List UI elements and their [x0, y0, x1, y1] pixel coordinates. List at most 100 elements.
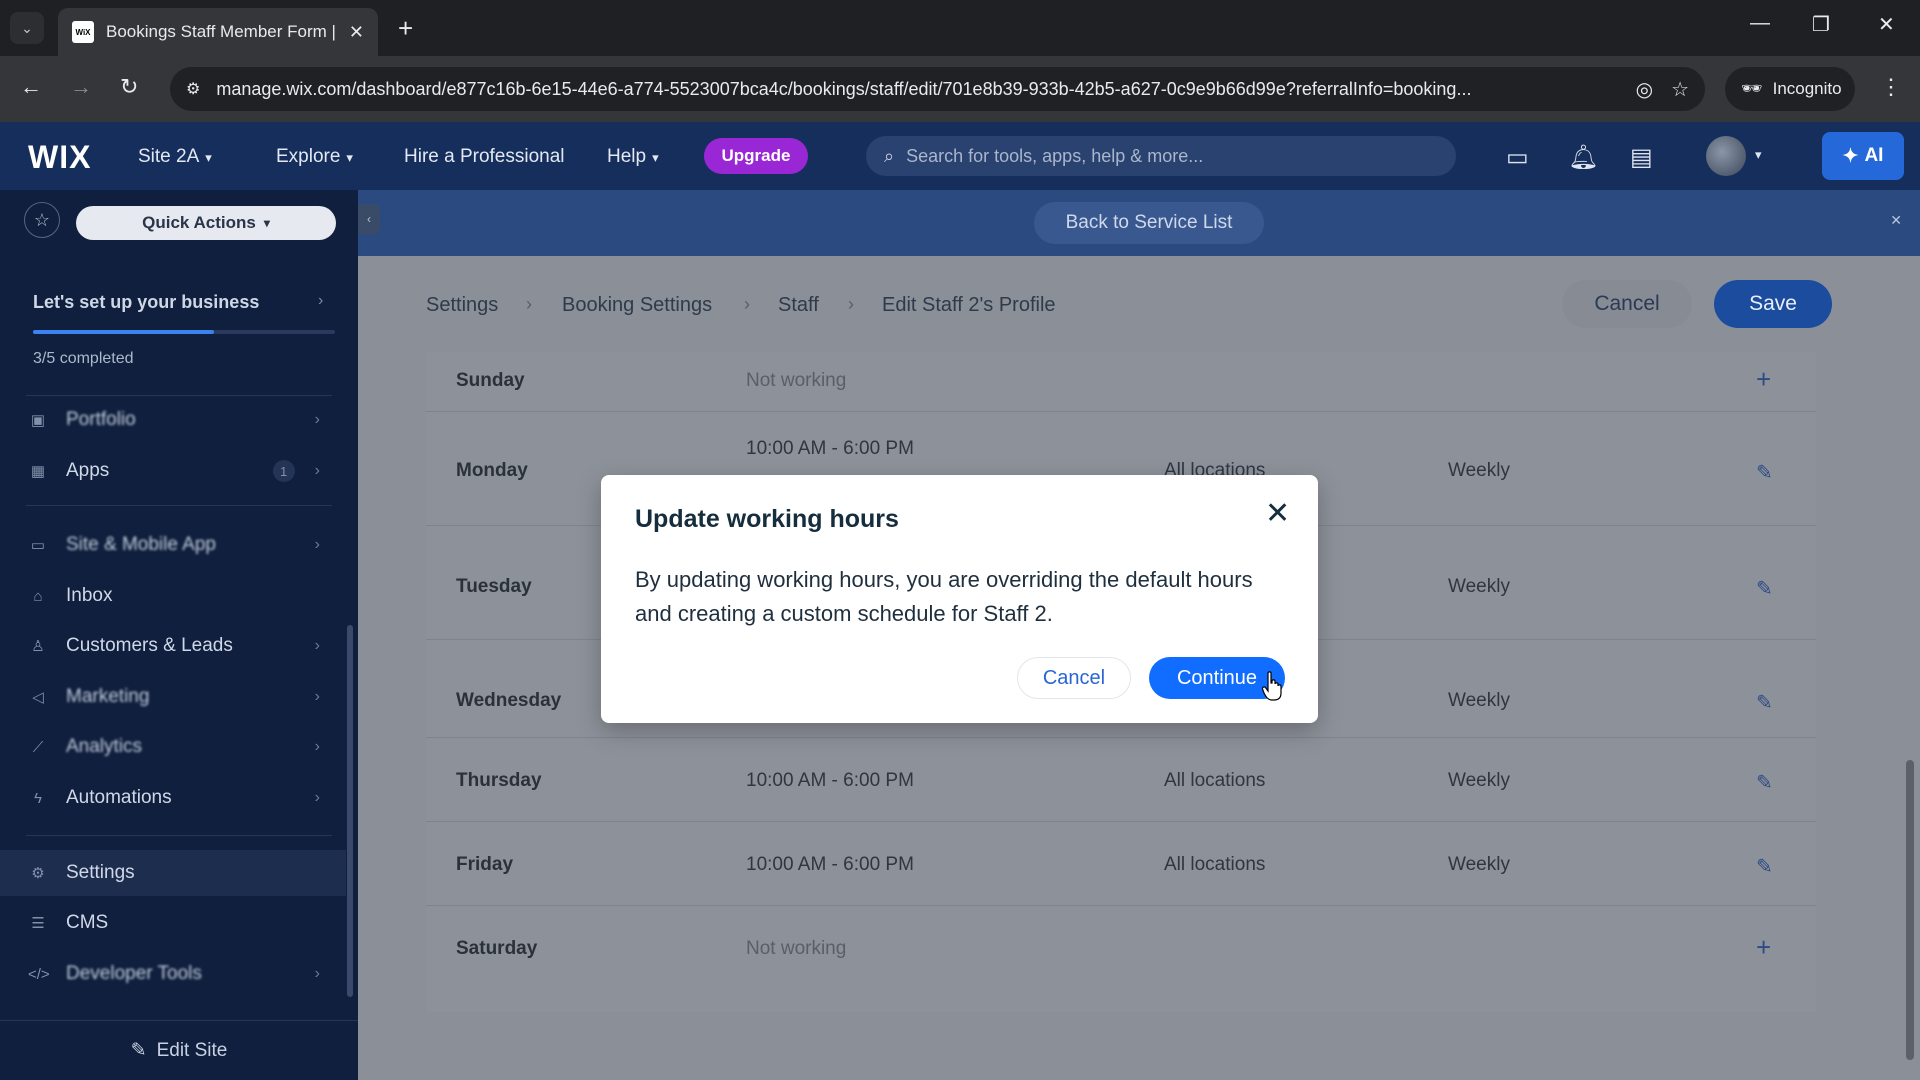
minimize-icon[interactable]: — — [1750, 12, 1770, 35]
star-icon[interactable]: ☆ — [24, 202, 60, 238]
breadcrumb-settings[interactable]: Settings — [426, 294, 498, 317]
setup-progress-bar — [33, 330, 335, 334]
tab-close-icon[interactable]: ✕ — [349, 22, 364, 43]
sidebar-item-settings[interactable]: ⚙ Settings — [0, 850, 346, 896]
portfolio-icon: ▣ — [30, 412, 46, 429]
eye-off-icon[interactable]: ◎ — [1636, 77, 1653, 102]
chevron-down-icon[interactable]: ▾ — [1755, 147, 1762, 163]
browser-tab[interactable]: WiX Bookings Staff Member Form | ✕ — [58, 8, 378, 56]
chevron-right-icon: › — [314, 688, 320, 705]
sidebar-item-marketing[interactable]: ◁ Marketing › — [0, 674, 346, 720]
sidebar-item-label: Inbox — [66, 585, 113, 606]
restore-icon[interactable]: ❐ — [1812, 12, 1830, 37]
browser-menu-icon[interactable]: ⋮ — [1880, 74, 1902, 100]
content-scrollbar[interactable] — [1906, 760, 1914, 1060]
incognito-indicator[interactable]: 🕶 Incognito — [1725, 67, 1855, 111]
inbox-icon: ⌂ — [33, 587, 43, 605]
frequency-text: Weekly — [1448, 770, 1510, 791]
help-menu[interactable]: Help ▾ — [607, 146, 659, 168]
collapse-sidebar-button[interactable]: ‹ — [358, 204, 380, 234]
bell-icon[interactable]: 🔔︎ — [1568, 143, 1598, 172]
sidebar-item-analytics[interactable]: ⟋ Analytics › — [0, 724, 346, 770]
edit-pencil-icon[interactable]: ✎ — [1756, 690, 1773, 715]
day-name: Friday — [456, 854, 514, 875]
setup-title[interactable]: Let's set up your business — [33, 292, 259, 313]
sidebar-scrollbar[interactable] — [347, 625, 353, 997]
window-close-icon[interactable]: ✕ — [1878, 12, 1895, 37]
add-hours-icon[interactable]: + — [1756, 364, 1771, 395]
site-selector[interactable]: Site 2A ▾ — [138, 146, 212, 168]
tab-title: Bookings Staff Member Form | — [106, 22, 336, 41]
analytics-icon: ⟋ — [32, 738, 44, 756]
cancel-button[interactable]: Cancel — [1562, 280, 1692, 328]
wix-top-bar: WIX Site 2A ▾ Explore ▾ Hire a Professiona… — [0, 122, 1920, 190]
edit-pencil-icon[interactable]: ✎ — [1756, 576, 1773, 601]
edit-pencil-icon[interactable]: ✎ — [1756, 854, 1773, 879]
chevron-right-icon: › — [526, 294, 532, 314]
sidebar-item-customers-leads[interactable]: ♙ Customers & Leads › — [0, 623, 346, 669]
chevron-right-icon: › — [314, 536, 320, 553]
address-bar[interactable]: ⚙ manage.wix.com/dashboard/e877c16b-6e15… — [170, 67, 1705, 111]
hours-text: Not working — [746, 938, 847, 959]
sidebar-item-developer-tools[interactable]: </> Developer Tools › — [0, 951, 346, 997]
edit-pencil-icon[interactable]: ✎ — [1756, 460, 1773, 485]
upgrade-button[interactable]: Upgrade — [704, 138, 808, 174]
edit-site-button[interactable]: ✎ Edit Site — [0, 1020, 358, 1080]
edit-site-label: Edit Site — [156, 1039, 228, 1061]
day-name: Wednesday — [456, 690, 562, 711]
dashboard-search: ⌕ — [866, 136, 1456, 176]
back-to-service-list-button[interactable]: Back to Service List — [1034, 202, 1264, 244]
chevron-right-icon: › — [314, 462, 320, 479]
setup-status: 3/5 completed — [33, 350, 134, 367]
apps-badge: 1 — [272, 460, 295, 482]
help-label: Help — [607, 146, 647, 167]
close-icon[interactable]: ✕ — [1265, 499, 1290, 529]
sidebar-item-site-mobile-app[interactable]: ▭ Site & Mobile App › — [0, 522, 346, 568]
new-tab-icon[interactable]: + — [398, 14, 413, 42]
divider — [26, 835, 332, 836]
table-row: Friday 10:00 AM - 6:00 PM All locations … — [426, 822, 1816, 906]
hours-text: 10:00 AM - 6:00 PM — [746, 770, 914, 791]
reload-icon[interactable]: ↻ — [120, 74, 138, 100]
breadcrumb-booking-settings[interactable]: Booking Settings — [562, 294, 712, 317]
explore-menu[interactable]: Explore ▾ — [276, 146, 353, 168]
site-list-icon[interactable]: ▤ — [1630, 143, 1653, 172]
sidebar-item-cms[interactable]: ☰ CMS — [0, 900, 346, 946]
sidebar-item-label: Site & Mobile App — [66, 534, 216, 555]
close-icon[interactable]: ✕ — [1890, 212, 1902, 229]
quick-actions-button[interactable]: Quick Actions ▾ — [76, 206, 336, 240]
save-button[interactable]: Save — [1714, 280, 1832, 328]
sidebar-item-label: Automations — [66, 787, 172, 808]
chat-icon[interactable]: ▭ — [1506, 143, 1529, 172]
sidebar-item-automations[interactable]: ϟ Automations › — [0, 775, 346, 821]
sidebar-item-inbox[interactable]: ⌂ Inbox — [0, 573, 346, 619]
back-arrow-icon[interactable]: ← — [20, 74, 42, 100]
quick-actions-label: Quick Actions — [142, 213, 256, 232]
edit-pencil-icon[interactable]: ✎ — [1756, 770, 1773, 795]
incognito-label: Incognito — [1772, 79, 1842, 98]
avatar[interactable] — [1706, 136, 1746, 176]
wix-logo[interactable]: WIX — [28, 139, 91, 176]
sidebar-item-label: CMS — [66, 912, 109, 933]
sidebar-item-apps[interactable]: ▦ Apps 1 › — [0, 448, 346, 494]
sidebar-item-portfolio[interactable]: ▣ Portfolio › — [0, 397, 346, 443]
chevron-left-icon: ‹ — [367, 212, 371, 226]
forward-arrow-icon[interactable]: → — [70, 74, 92, 100]
add-hours-icon[interactable]: + — [1756, 932, 1771, 963]
developer-icon: </> — [28, 965, 50, 983]
chevron-right-icon: › — [314, 637, 320, 654]
bookmark-star-icon[interactable]: ☆ — [1671, 77, 1689, 102]
wix-favicon-icon: WiX — [72, 21, 94, 43]
dialog-cancel-button[interactable]: Cancel — [1017, 657, 1131, 699]
table-row: Sunday Not working + — [426, 352, 1816, 412]
site-info-icon[interactable]: ⚙ — [186, 79, 200, 99]
search-input[interactable] — [906, 145, 1427, 167]
sidebar-item-label: Developer Tools — [66, 963, 202, 984]
ai-assistant-button[interactable]: ✦ AI — [1822, 132, 1904, 180]
url-text: manage.wix.com/dashboard/e877c16b-6e15-4… — [216, 78, 1472, 99]
tab-search-button[interactable]: ⌄ — [10, 12, 44, 44]
chevron-right-icon[interactable]: › — [318, 292, 323, 310]
breadcrumb-staff[interactable]: Staff — [778, 294, 819, 317]
location-text: All locations — [1164, 770, 1266, 791]
hire-professional-link[interactable]: Hire a Professional — [404, 146, 565, 168]
